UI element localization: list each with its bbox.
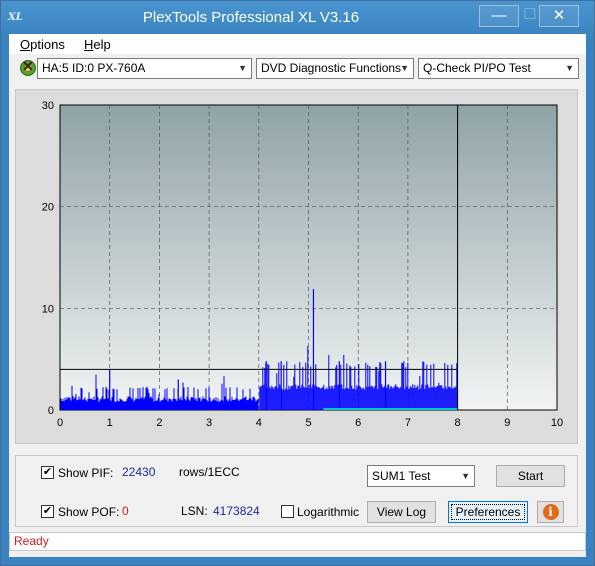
preferences-button[interactable]: Preferences [448, 501, 528, 523]
lsn-label: LSN: [181, 504, 208, 518]
info-button[interactable]: i [537, 501, 564, 523]
sum-test-value: SUM1 Test [372, 469, 431, 483]
chart-panel: 0 1 2 3 4 5 6 7 8 9 10 0 10 20 30 [15, 89, 578, 444]
menu-options[interactable]: Options [20, 37, 65, 52]
maximize-button[interactable]: ☐ [520, 5, 540, 27]
menu-help[interactable]: Help [84, 37, 111, 52]
chevron-down-icon: ▼ [238, 63, 247, 73]
info-icon: i [542, 504, 559, 520]
window-title: PlexTools Professional XL V3.16 [142, 9, 360, 26]
x-tick-label: 6 [355, 417, 361, 429]
y-tick-label: 0 [48, 405, 54, 417]
chevron-down-icon: ▼ [400, 63, 409, 73]
pif-value: 22430 [122, 465, 156, 479]
x-tick-label: 8 [455, 417, 461, 429]
function-select-value: DVD Diagnostic Functions [261, 61, 402, 75]
main-window: XL PlexTools Professional XL V3.16 — ☐ ✕… [0, 0, 595, 566]
pif-unit: rows/1ECC [179, 465, 240, 479]
pof-value: 0 [122, 504, 129, 518]
sum-test-select[interactable]: SUM1 Test ▼ [367, 465, 475, 487]
x-tick-label: 2 [156, 417, 162, 429]
drive-select[interactable]: HA:5 ID:0 PX-760A ▼ [37, 58, 252, 79]
x-tick-label: 0 [57, 417, 63, 429]
test-select-value: Q-Check PI/PO Test [423, 61, 531, 75]
function-select[interactable]: DVD Diagnostic Functions ▼ [256, 58, 414, 79]
y-tick-label: 10 [42, 303, 54, 315]
menu-bar: Options Help [9, 34, 586, 54]
show-pof-checkbox[interactable]: ✔ [41, 505, 54, 518]
view-log-button[interactable]: View Log [367, 501, 436, 523]
chevron-down-icon: ▼ [461, 471, 470, 481]
drive-icon: ✕ [20, 58, 36, 76]
pipo-chart: 0 1 2 3 4 5 6 7 8 9 10 0 10 20 30 [42, 100, 563, 429]
x-tick-label: 9 [504, 417, 510, 429]
status-bar: Ready [9, 532, 586, 551]
x-tick-label: 10 [551, 417, 563, 429]
test-select[interactable]: Q-Check PI/PO Test ▼ [418, 58, 579, 79]
title-bar[interactable]: XL PlexTools Professional XL V3.16 — ☐ ✕ [1, 1, 594, 34]
minimize-button[interactable]: — [479, 5, 519, 27]
y-tick-label: 20 [42, 202, 54, 214]
chevron-down-icon: ▼ [565, 63, 574, 73]
x-tick-label: 4 [256, 417, 262, 429]
logarithmic-label: Logarithmic [297, 505, 360, 519]
logarithmic-checkbox[interactable] [281, 505, 294, 518]
controls-panel: ✔ Show PIF: 22430 rows/1ECC ✔ Show POF: … [15, 455, 578, 527]
client-area: Options Help ✕ HA:5 ID:0 PX-760A ▼ DVD D… [9, 34, 586, 557]
start-button[interactable]: Start [496, 465, 565, 487]
lsn-value: 4173824 [213, 504, 260, 518]
y-tick-label: 30 [42, 100, 54, 112]
show-pif-checkbox[interactable]: ✔ [41, 466, 54, 479]
x-tick-label: 1 [107, 417, 113, 429]
drive-select-value: HA:5 ID:0 PX-760A [42, 61, 146, 75]
close-button[interactable]: ✕ [539, 5, 579, 27]
show-pof-label: Show POF: [58, 505, 120, 519]
x-tick-label: 5 [305, 417, 311, 429]
x-tick-label: 7 [405, 417, 411, 429]
x-tick-label: 3 [206, 417, 212, 429]
show-pif-label: Show PIF: [58, 466, 114, 480]
